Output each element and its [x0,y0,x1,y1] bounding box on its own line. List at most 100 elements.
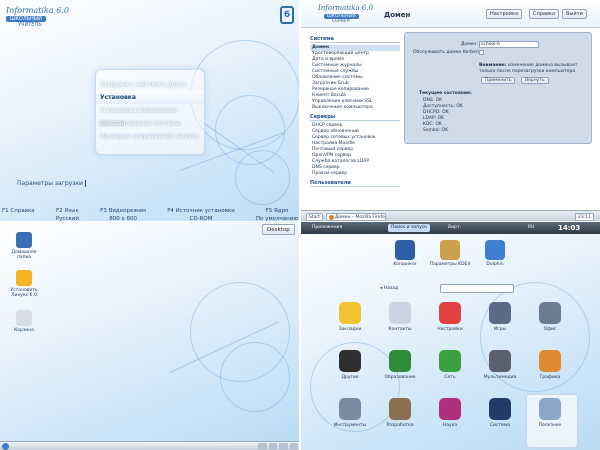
kerberos-checkbox[interactable] [479,50,484,55]
decor-circle [235,150,290,205]
category-label: Образование [384,375,416,380]
domain-label: Домен: [461,42,478,47]
start-button[interactable]: Start [306,213,323,221]
category-item[interactable]: Игры [477,302,523,332]
logo-subtitle: СЕРВЕР [332,19,350,24]
category-label: Графика [539,375,561,380]
category-item[interactable]: Другие [327,350,373,380]
category-icon [489,302,511,324]
category-item[interactable]: Разработка [377,398,423,428]
category-item[interactable]: Офис [527,302,573,332]
desktop-taskbar [0,441,300,450]
applications-menu[interactable]: Приложения [312,224,342,232]
logout-button[interactable]: Выйти [562,9,587,19]
taskbar-clock: 23:11 [575,213,594,221]
launcher-dolphin[interactable]: Dolphin [470,240,520,267]
window-tab[interactable]: Вирт. [448,224,461,232]
domain-form-panel: Домен: school-6 Обслуживать домен Kerber… [404,32,592,144]
search-launch-tab[interactable]: Поиск и запуск [388,224,430,232]
category-icon [339,398,361,420]
category-label: Настройки [437,327,463,332]
language-indicator[interactable]: RU [528,224,534,232]
launcher-kde-settings[interactable]: Параметры KDE4 [425,240,475,267]
decor-circle [220,342,290,412]
category-icon [539,398,561,420]
trash-icon [16,310,32,326]
category-icon [439,398,461,420]
boot-params[interactable]: Параметры загрузки [17,180,86,187]
desktop-icon-home[interactable]: Домашняя папка [4,232,44,260]
category-label: Инструменты [333,423,367,428]
category-item[interactable]: Закладки [327,302,373,332]
kde-panel: Приложения Поиск и запуск Вирт. RU 14:03 [300,222,600,234]
sidebar-section-title: Система [310,36,400,43]
note-label: Внимание: [479,63,507,68]
boot-menu: Загрузка с жёсткого диска Установка Устано… [95,69,205,155]
dolphin-icon [485,240,505,260]
logo-title: Informatika 6.0 [6,6,69,15]
category-item[interactable]: Инструменты [327,398,373,428]
category-label: Контакты [388,327,412,332]
launcher-konqueror[interactable]: Konqueror [380,240,430,267]
boot-menu-item[interactable]: Восстановление системы [96,117,204,130]
taskbar-window-firefox[interactable]: Домен – Mozilla Firefox [326,213,386,221]
category-item[interactable]: Мультимедиа [477,350,523,380]
sidebar-section-title: Пользователи [310,180,400,187]
category-icon [539,350,561,372]
desktop-icon-install[interactable]: Установить Линукс 6.0 [4,270,44,298]
note-text-2: только после перезагрузки компьютера [479,69,576,74]
category-item[interactable]: Система [477,398,523,428]
web-header: Informatika 6.0 ШКОЛЬНЫЙ СЕРВЕР Домен На… [300,0,600,28]
note-text: изменение домена вызывает [507,63,578,68]
desktop: Desktop Домашняя папка Установить Линукс… [0,222,300,450]
category-icon [339,302,361,324]
category-item[interactable]: Наука [427,398,473,428]
sidebar-item[interactable]: Прокси-сервер [310,171,400,177]
status-line: Доступность: OK [423,104,463,109]
category-item[interactable]: Графика [527,350,573,380]
help-button[interactable]: Справка [529,9,560,19]
system-tray [258,443,298,450]
category-item[interactable]: Настройки [427,302,473,332]
boot-menu-item[interactable]: Установка в безопасном режиме [96,104,204,127]
kde-menu-screen: Приложения Поиск и запуск Вирт. RU 14:03… [300,222,600,450]
category-item[interactable]: Полезное [527,398,573,428]
function-key-label: F2 Язык [55,208,79,214]
back-button[interactable]: ◂ Назад [380,286,398,291]
sidebar-item[interactable]: Выключение компьютера [310,105,400,111]
text-cursor [84,180,86,187]
category-item[interactable]: Контакты [377,302,423,332]
launcher-label: Параметры KDE4 [429,262,471,267]
version-icon: 6 [280,6,294,24]
desktop-button[interactable]: Desktop [262,224,295,235]
function-key-label: F5 Ядро [265,208,289,214]
desktop-icon-trash[interactable]: Корзина [4,310,44,333]
boot-screen: Informatika 6.0 ШКОЛЬНЫЙ УЧИТЕЛЬ 6 Загру… [0,0,300,240]
boot-menu-item[interactable]: Загрузка с жёсткого диска [96,78,204,91]
category-label: Система [489,423,511,428]
quadrant-divider [299,0,301,450]
status-line: Samba: OK [423,128,449,133]
logo-subtitle: УЧИТЕЛЬ [18,22,42,28]
category-label: Игры [493,327,507,332]
settings-button[interactable]: Настройка [486,9,523,19]
kde-search-input[interactable] [440,284,514,293]
boot-menu-item[interactable]: Проверка оперативной памяти [96,130,204,143]
desktop-icon-label: Домашняя папка [11,250,37,260]
folder-icon [16,232,32,248]
category-label: Другие [341,375,359,380]
quadrant-divider [0,221,600,222]
sidebar: Система Домен Удостоверяющий центр Дата и в… [310,33,400,205]
page-title: Домен [384,11,411,19]
server-logo: Informatika 6.0 ШКОЛЬНЫЙ СЕРВЕР [318,4,373,24]
category-icon [489,398,511,420]
apply-button[interactable]: Применить [481,77,516,84]
domain-input[interactable]: school-6 [479,41,539,48]
category-item[interactable]: Сеть [427,350,473,380]
category-item[interactable]: Образование [377,350,423,380]
kde-menu-icon[interactable] [2,443,9,450]
sidebar-section-title: Серверы [310,114,400,121]
revert-button[interactable]: Вернуть [521,77,549,84]
function-key-label: F1 Справка [2,208,35,214]
boot-menu-item[interactable]: Установка [96,91,204,104]
